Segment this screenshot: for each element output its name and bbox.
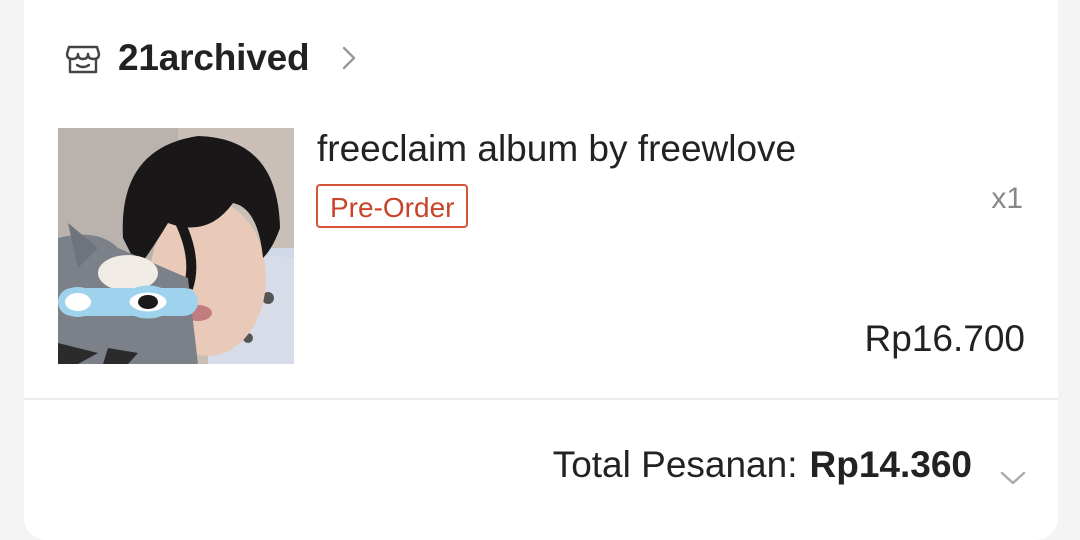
store-icon <box>64 39 102 77</box>
order-card: 21archived freeclaim album by freewlove … <box>24 0 1058 540</box>
chevron-right-icon[interactable] <box>339 42 359 74</box>
pre-order-badge: Pre-Order <box>316 184 469 228</box>
shop-name[interactable]: 21archived <box>118 37 310 79</box>
divider <box>24 398 1058 400</box>
product-quantity: x1 <box>991 182 1023 215</box>
order-total-label: Total Pesanan: <box>552 444 798 485</box>
product-title[interactable]: freeclaim album by freewlove <box>317 128 796 170</box>
chevron-down-icon[interactable] <box>998 455 1028 485</box>
product-thumbnail[interactable] <box>58 128 294 364</box>
shop-header[interactable]: 21archived <box>64 34 359 82</box>
product-price: Rp16.700 <box>864 318 1025 359</box>
order-total-row[interactable]: Total Pesanan: Rp14.360 <box>553 440 1028 490</box>
order-total-value: Rp14.360 <box>809 444 973 485</box>
